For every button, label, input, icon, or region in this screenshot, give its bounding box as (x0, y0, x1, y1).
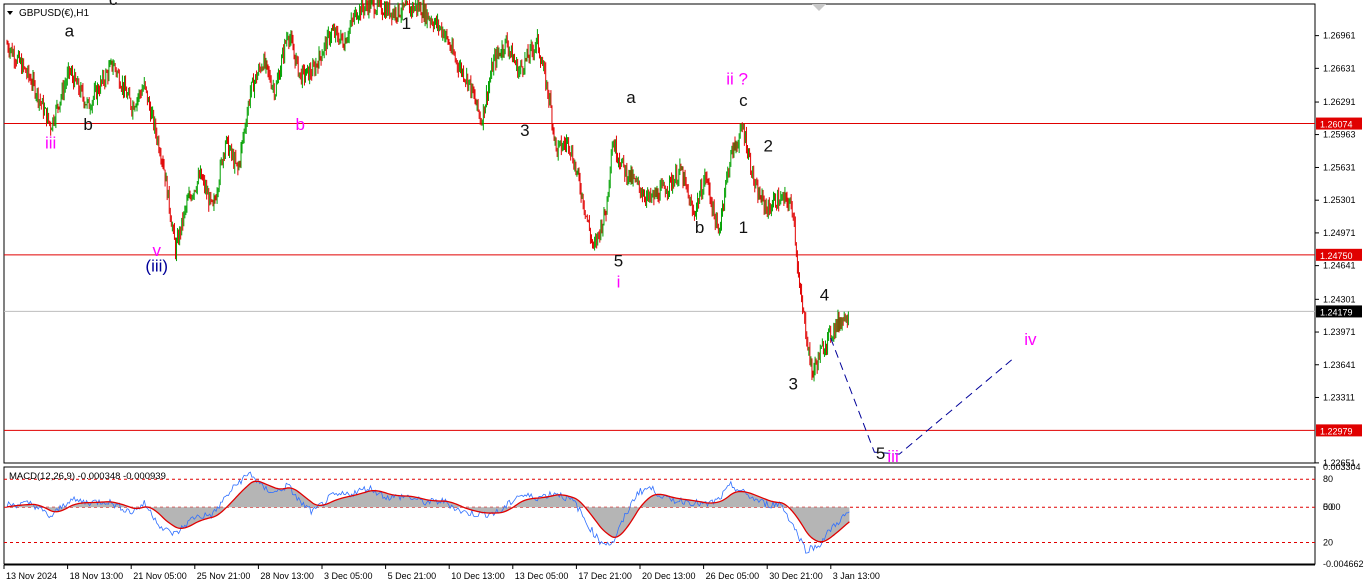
time-tick-label: 20 Dec 13:00 (642, 571, 696, 581)
wave-label: 5 (876, 444, 885, 463)
wave-label: b (296, 115, 305, 134)
time-tick-label: 13 Dec 05:00 (515, 571, 569, 581)
shift-marker-icon (812, 4, 826, 11)
wave-label: b (695, 218, 704, 237)
macd-main-line (6, 471, 850, 554)
candlesticks (6, 0, 849, 382)
time-tick-label: 17 Dec 21:00 (578, 571, 632, 581)
projection-line (830, 337, 1012, 455)
time-tick-label: 18 Nov 13:00 (70, 571, 124, 581)
price-tick-label: 1.24301 (1323, 294, 1356, 304)
price-tick-label: 1.23641 (1323, 360, 1356, 370)
wave-label: 3 (789, 375, 798, 394)
chart-frame (3, 3, 1316, 566)
wave-label: a (626, 88, 636, 107)
price-tick-label: 1.22651 (1323, 458, 1356, 468)
time-tick-label: 10 Dec 13:00 (451, 571, 505, 581)
macd-level-label: 20 (1323, 538, 1333, 548)
time-tick-label: 21 Nov 05:00 (133, 571, 187, 581)
price-tick-label: 1.24971 (1323, 228, 1356, 238)
wave-label: b (83, 115, 92, 134)
wave-label: iv (1024, 330, 1037, 349)
price-tick-label: 1.26291 (1323, 97, 1356, 107)
time-tick-label: 25 Nov 21:00 (197, 571, 251, 581)
macd-value-label: 0.00 (1323, 502, 1341, 512)
time-tick-label: 5 Dec 21:00 (388, 571, 437, 581)
wave-label: 1 (739, 218, 748, 237)
time-tick-label: 30 Dec 21:00 (769, 571, 823, 581)
price-tick-label: 1.24641 (1323, 261, 1356, 271)
main-chart-border (3, 3, 1316, 464)
price-tick-label: 1.23971 (1323, 327, 1356, 337)
time-axis: 13 Nov 2024 18 Nov 13:00 21 Nov 05:00 25 No… (3, 565, 880, 581)
wave-label: 4 (820, 285, 829, 304)
time-tick-label: 13 Nov 2024 (6, 571, 57, 581)
wave-label: i (617, 273, 621, 292)
wave-label: a (65, 22, 75, 41)
macd-value-label: -0.004662 (1323, 559, 1364, 569)
level-price-label: 1.24750 (1320, 251, 1353, 261)
wave-label: 3 (520, 121, 529, 140)
price-tick-label: 1.25963 (1323, 130, 1356, 140)
wave-label: iii (887, 447, 898, 466)
macd-subwindow: 8050200.0033040.00-0.004662 (4, 462, 1364, 569)
wave-label: (iii) (145, 257, 168, 276)
time-tick-label: 28 Nov 13:00 (260, 571, 314, 581)
wave-label: c (109, 0, 118, 9)
macd-level-label: 80 (1323, 474, 1333, 484)
time-tick-label: 3 Dec 05:00 (324, 571, 373, 581)
price-tick-label: 1.25631 (1323, 162, 1356, 172)
time-tick-label: 3 Jan 13:00 (833, 571, 880, 581)
price-tick-label: 1.23311 (1323, 392, 1355, 402)
horizontal-levels: 1.26074 1.24750 1.24179 1.22979 (4, 117, 1362, 437)
wave-labels: acbiiiv(iii)b13a5ibii ?c21435iiiiv (45, 0, 1037, 466)
wave-label: 5 (614, 252, 623, 271)
level-price-label: 1.26074 (1320, 120, 1353, 130)
macd-title: MACD(12,26,9) -0.000348 -0.000939 (9, 471, 166, 482)
price-tick-label: 1.26961 (1323, 31, 1356, 41)
triangle-down-icon[interactable] (7, 11, 13, 15)
symbol-title: GBPUSD(€),H1 (19, 8, 89, 19)
wave-label: iii (45, 134, 56, 153)
time-tick-label: 26 Dec 05:00 (706, 571, 760, 581)
trading-chart[interactable]: 1.260741.247501.241791.22979 8050200.003… (0, 0, 1366, 588)
wave-label: 1 (402, 14, 411, 33)
projection-path (830, 337, 1012, 455)
current-price-label: 1.24179 (1320, 307, 1353, 317)
price-tick-label: 1.25301 (1323, 195, 1356, 205)
price-tick-label: 1.26631 (1323, 63, 1356, 73)
wave-label: ii ? (726, 69, 748, 88)
wave-label: 2 (764, 137, 773, 156)
level-price-label: 1.22979 (1320, 426, 1353, 436)
wave-label: c (739, 91, 748, 110)
